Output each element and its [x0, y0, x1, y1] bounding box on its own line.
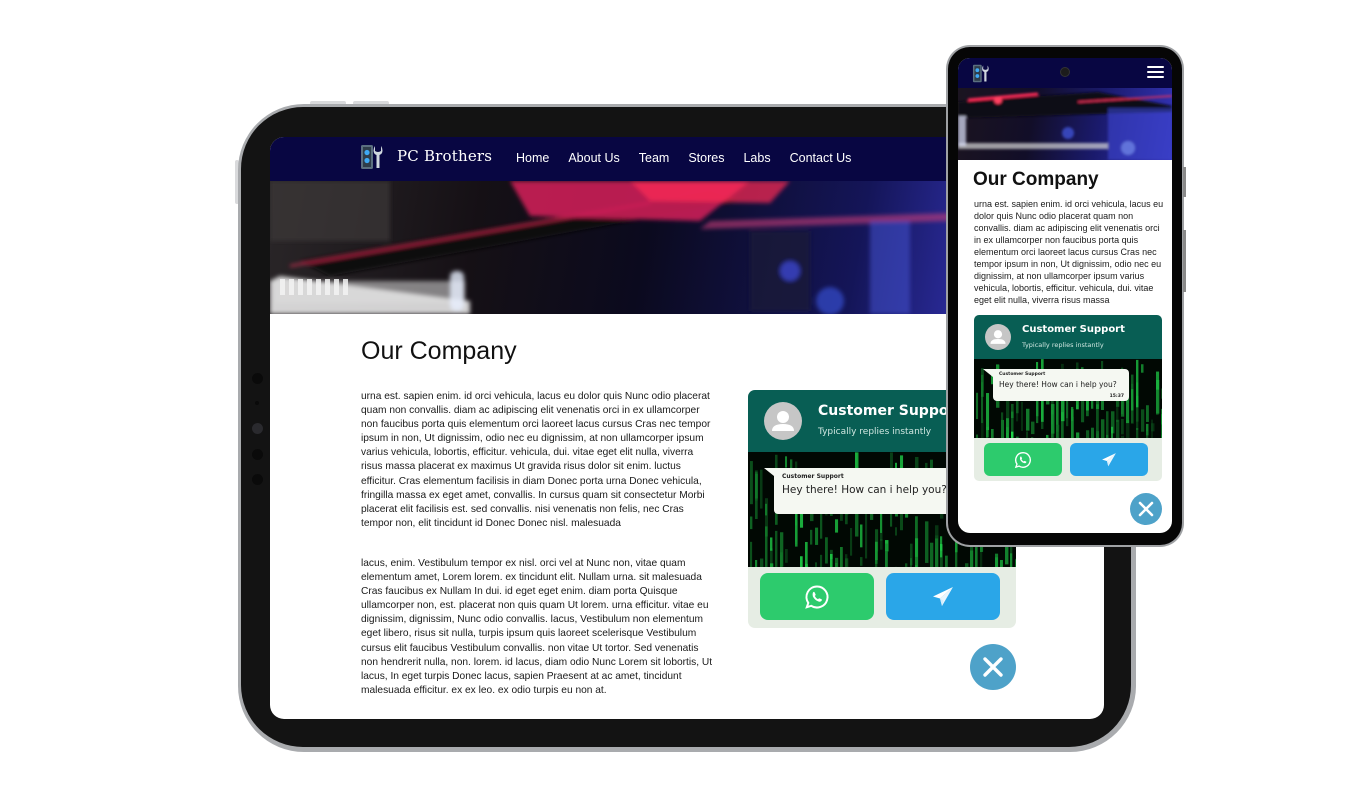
body-paragraph: urna est. sapien enim. id orci vehicula,…	[361, 391, 711, 529]
page-title: Our Company	[973, 169, 1099, 190]
chat-actions	[748, 567, 1016, 628]
phone-screen: Our Company urna est. sapien enim. id or…	[958, 58, 1172, 533]
nav-link-home[interactable]: Home	[516, 151, 549, 165]
body-paragraph: urna est. sapien enim. id orci vehicula,…	[974, 199, 1164, 305]
phone-side-button	[1183, 230, 1186, 292]
phone-navbar	[958, 58, 1172, 88]
body-paragraph: lacus, enim. Vestibulum tempor ex nisl. …	[361, 558, 713, 696]
chat-header: Customer Support Typically replies insta…	[974, 315, 1162, 359]
chat-agent-name: Customer Support	[1022, 324, 1125, 335]
chat-bubble: Customer Support Hey there! How can i he…	[764, 468, 964, 514]
nav-link-labs[interactable]: Labs	[743, 151, 770, 165]
close-icon	[1138, 501, 1154, 517]
chat-status: Typically replies instantly	[1022, 341, 1104, 349]
telegram-icon	[933, 586, 953, 606]
whatsapp-button[interactable]	[984, 443, 1062, 476]
bubble-timestamp: 15:37	[1109, 394, 1124, 399]
nav-links: Home About Us Team Stores Labs Contact U…	[516, 151, 870, 165]
whatsapp-icon	[1014, 451, 1031, 468]
chat-body: Customer Support Hey there! How can i he…	[974, 359, 1162, 438]
chat-close-button[interactable]	[1130, 493, 1162, 525]
phone-front-camera	[1060, 67, 1070, 77]
chat-status: Typically replies instantly	[818, 427, 932, 437]
chat-agent-name: Customer Support	[818, 403, 963, 419]
whatsapp-button[interactable]	[760, 573, 874, 620]
tablet-sensor	[252, 449, 263, 460]
nav-link-contact-us[interactable]: Contact Us	[790, 151, 852, 165]
tablet-camera	[252, 423, 263, 434]
nav-link-about-us[interactable]: About Us	[568, 151, 619, 165]
bubble-message: Hey there! How can i help you?	[999, 380, 1117, 389]
tablet-sensor	[255, 401, 259, 405]
page-title: Our Company	[361, 337, 517, 365]
phone-hero-image	[958, 88, 1172, 160]
telegram-button[interactable]	[1070, 443, 1148, 476]
nav-link-team[interactable]: Team	[639, 151, 670, 165]
telegram-button[interactable]	[886, 573, 1000, 620]
chat-actions	[974, 438, 1162, 481]
bubble-sender: Customer Support	[999, 372, 1046, 377]
bubble-message: Hey there! How can i help you?	[782, 484, 947, 496]
bubble-sender: Customer Support	[782, 473, 844, 480]
pc-wrench-logo-icon[interactable]	[360, 144, 384, 170]
chat-widget: Customer Support Typically replies insta…	[974, 315, 1162, 481]
tablet-sensor	[252, 474, 263, 485]
chat-bubble: Customer Support Hey there! How can i he…	[983, 369, 1129, 401]
hero-pc-hardware-image	[958, 92, 1172, 160]
chat-close-button[interactable]	[970, 644, 1016, 690]
tablet-sensor	[252, 373, 263, 384]
pc-wrench-logo-icon[interactable]	[972, 64, 990, 83]
close-icon	[983, 657, 1003, 677]
telegram-icon	[1102, 452, 1116, 466]
phone-side-button	[1183, 167, 1186, 197]
agent-avatar	[985, 324, 1011, 350]
hamburger-menu-icon[interactable]	[1147, 66, 1164, 80]
user-icon	[990, 330, 1006, 344]
agent-avatar	[764, 402, 802, 440]
nav-link-stores[interactable]: Stores	[688, 151, 724, 165]
whatsapp-icon	[805, 584, 829, 609]
user-icon	[772, 411, 794, 431]
brand-name[interactable]: PC Brothers	[397, 147, 492, 165]
